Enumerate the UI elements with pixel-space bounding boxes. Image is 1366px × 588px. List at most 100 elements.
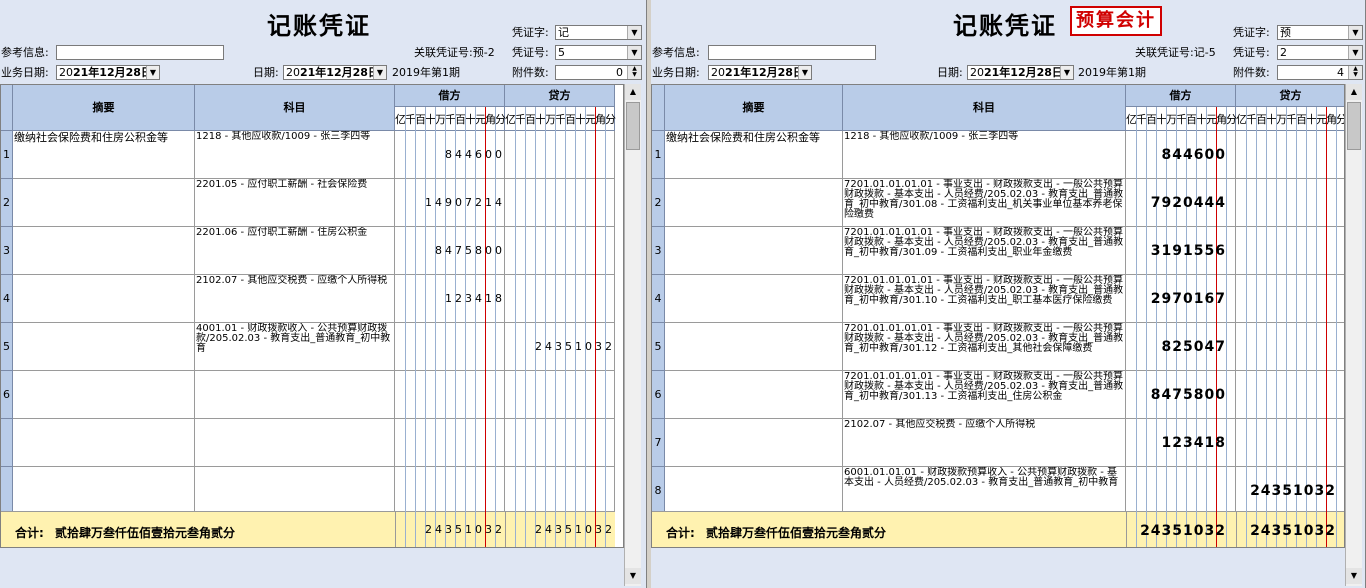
debit-cell[interactable] [395,371,505,419]
debit-cell[interactable] [395,323,505,371]
credit-cell[interactable] [505,131,615,179]
spinner-arrows-icon[interactable]: ▲ ▼ [1348,66,1362,79]
scroll-up-icon[interactable]: ▲ [625,84,641,100]
chevron-down-icon[interactable]: ▼ [627,26,641,39]
date-label: 日期: [937,66,963,79]
summary-cell[interactable]: 缴纳社会保险费和住房公积金等 [665,131,843,179]
spinner-arrows-icon[interactable]: ▲ ▼ [627,66,641,79]
scroll-up-icon[interactable]: ▲ [1346,84,1362,100]
subject-cell[interactable]: 7201.01.01.01.01 - 事业支出 - 财政拨款支出 - 一般公共预… [843,227,1126,275]
unit-label: 百 [1256,113,1267,126]
voucher-no-select[interactable]: 5 ▼ [555,45,642,60]
unit-label: 亿 [395,113,406,126]
scroll-thumb[interactable] [1347,102,1361,150]
subject-cell[interactable]: 7201.01.01.01.01 - 事业支出 - 财政拨款支出 - 一般公共预… [843,179,1126,227]
subject-cell[interactable]: 7201.01.01.01.01 - 事业支出 - 财政拨款支出 - 一般公共预… [843,323,1126,371]
subject-cell[interactable]: 7201.01.01.01.01 - 事业支出 - 财政拨款支出 - 一般公共预… [843,275,1126,323]
subject-cell[interactable]: 1218 - 其他应收款/1009 - 张三李四等 [843,131,1126,179]
credit-cell[interactable] [505,371,615,419]
attachments-spinner[interactable]: 0 ▲ ▼ [555,65,642,80]
unit-divider [595,107,596,515]
subject-cell[interactable]: 2102.07 - 其他应交税费 - 应缴个人所得税 [195,275,395,323]
debit-amount: 844600 [445,148,505,161]
summary-cell[interactable] [13,227,195,275]
vertical-scrollbar[interactable]: ▲ ▼ [624,84,641,586]
unit-label: 百 [1296,113,1307,126]
ref-info-input[interactable] [56,45,224,60]
summary-cell[interactable] [665,179,843,227]
voucher-type-select[interactable]: 预 ▼ [1277,25,1363,40]
subject-cell[interactable] [195,467,395,515]
summary-cell[interactable] [13,275,195,323]
scroll-down-icon[interactable]: ▼ [625,568,641,584]
subject-cell[interactable] [195,371,395,419]
summary-cell[interactable] [13,467,195,515]
unit-divider [1336,511,1337,547]
credit-cell[interactable] [1236,419,1344,467]
subject-cell[interactable]: 2201.06 - 应付职工薪酬 - 住房公积金 [195,227,395,275]
row-number: 6 [1,371,13,419]
subject-cell[interactable]: 2201.05 - 应付职工薪酬 - 社会保险费 [195,179,395,227]
scroll-down-icon[interactable]: ▼ [1346,568,1362,584]
debit-cell[interactable] [395,419,505,467]
debit-cell[interactable] [395,467,505,515]
summary-cell[interactable] [665,275,843,323]
unit-label: 千 [515,113,526,126]
credit-cell[interactable] [1236,179,1344,227]
unit-label: 千 [555,113,566,126]
related-voucher-value[interactable]: 预-2 [473,46,495,59]
chevron-down-icon[interactable]: ▼ [798,66,811,79]
subject-cell[interactable]: 4001.01 - 财政拨款收入 - 公共预算财政拨款/205.02.03 - … [195,323,395,371]
summary-cell[interactable] [13,371,195,419]
subject-cell[interactable]: 6001.01.01.01 - 财政拨款预算收入 - 公共预算财政拨款 - 基本… [843,467,1126,515]
credit-cell[interactable] [505,275,615,323]
chevron-down-icon[interactable]: ▼ [627,46,641,59]
total-credit-amount: 24351032 [535,523,615,536]
related-voucher-value[interactable]: 记-5 [1194,46,1216,59]
chevron-down-icon[interactable]: ▼ [373,66,386,79]
accounting-voucher-pane: 记账凭证 凭证字: 记 ▼ 参考信息: 关联凭证号:预-2 凭证号: 5 ▼ 业务日… [0,0,647,588]
unit-label: 十 [535,113,546,126]
chevron-down-icon[interactable]: ▼ [1348,46,1362,59]
debit-cell[interactable] [1126,467,1236,515]
subject-cell[interactable]: 2102.07 - 其他应交税费 - 应缴个人所得税 [843,419,1126,467]
summary-cell[interactable] [665,419,843,467]
summary-cell[interactable] [665,371,843,419]
credit-cell[interactable] [1236,323,1344,371]
date-picker[interactable]: 2021年12月28日 ▼ [283,65,387,80]
summary-cell[interactable]: 缴纳社会保险费和住房公积金等 [13,131,195,179]
date-picker[interactable]: 2021年12月28日 ▼ [967,65,1074,80]
subject-cell[interactable]: 7201.01.01.01.01 - 事业支出 - 财政拨款支出 - 一般公共预… [843,371,1126,419]
biz-date-picker[interactable]: 2021年12月28日 ▼ [56,65,160,80]
scroll-thumb[interactable] [626,102,640,150]
summary-cell[interactable] [665,227,843,275]
summary-cell[interactable] [13,419,195,467]
credit-cell[interactable] [1236,275,1344,323]
date-label: 日期: [253,66,279,79]
unit-divider [1276,107,1277,515]
credit-cell[interactable] [505,419,615,467]
summary-cell[interactable] [13,179,195,227]
biz-date-picker[interactable]: 2021年12月28日 ▼ [708,65,812,80]
credit-cell[interactable] [505,467,615,515]
subject-cell[interactable] [195,419,395,467]
chevron-down-icon[interactable]: ▼ [1060,66,1073,79]
voucher-no-select[interactable]: 2 ▼ [1277,45,1363,60]
chevron-down-icon[interactable]: ▼ [1348,26,1362,39]
debit-column-header: 借方 [395,85,505,107]
credit-cell[interactable] [1236,227,1344,275]
summary-cell[interactable] [13,323,195,371]
credit-cell[interactable] [505,227,615,275]
summary-cell[interactable] [665,323,843,371]
attachments-spinner[interactable]: 4 ▲ ▼ [1277,65,1363,80]
debit-amount: 7920444 [1150,195,1226,211]
summary-cell[interactable] [665,467,843,515]
vertical-scrollbar[interactable]: ▲ ▼ [1345,84,1362,586]
credit-cell[interactable] [1236,371,1344,419]
subject-cell[interactable]: 1218 - 其他应收款/1009 - 张三李四等 [195,131,395,179]
ref-info-input[interactable] [708,45,876,60]
credit-cell[interactable] [505,179,615,227]
voucher-type-select[interactable]: 记 ▼ [555,25,642,40]
chevron-down-icon[interactable]: ▼ [146,66,159,79]
credit-cell[interactable] [1236,131,1344,179]
